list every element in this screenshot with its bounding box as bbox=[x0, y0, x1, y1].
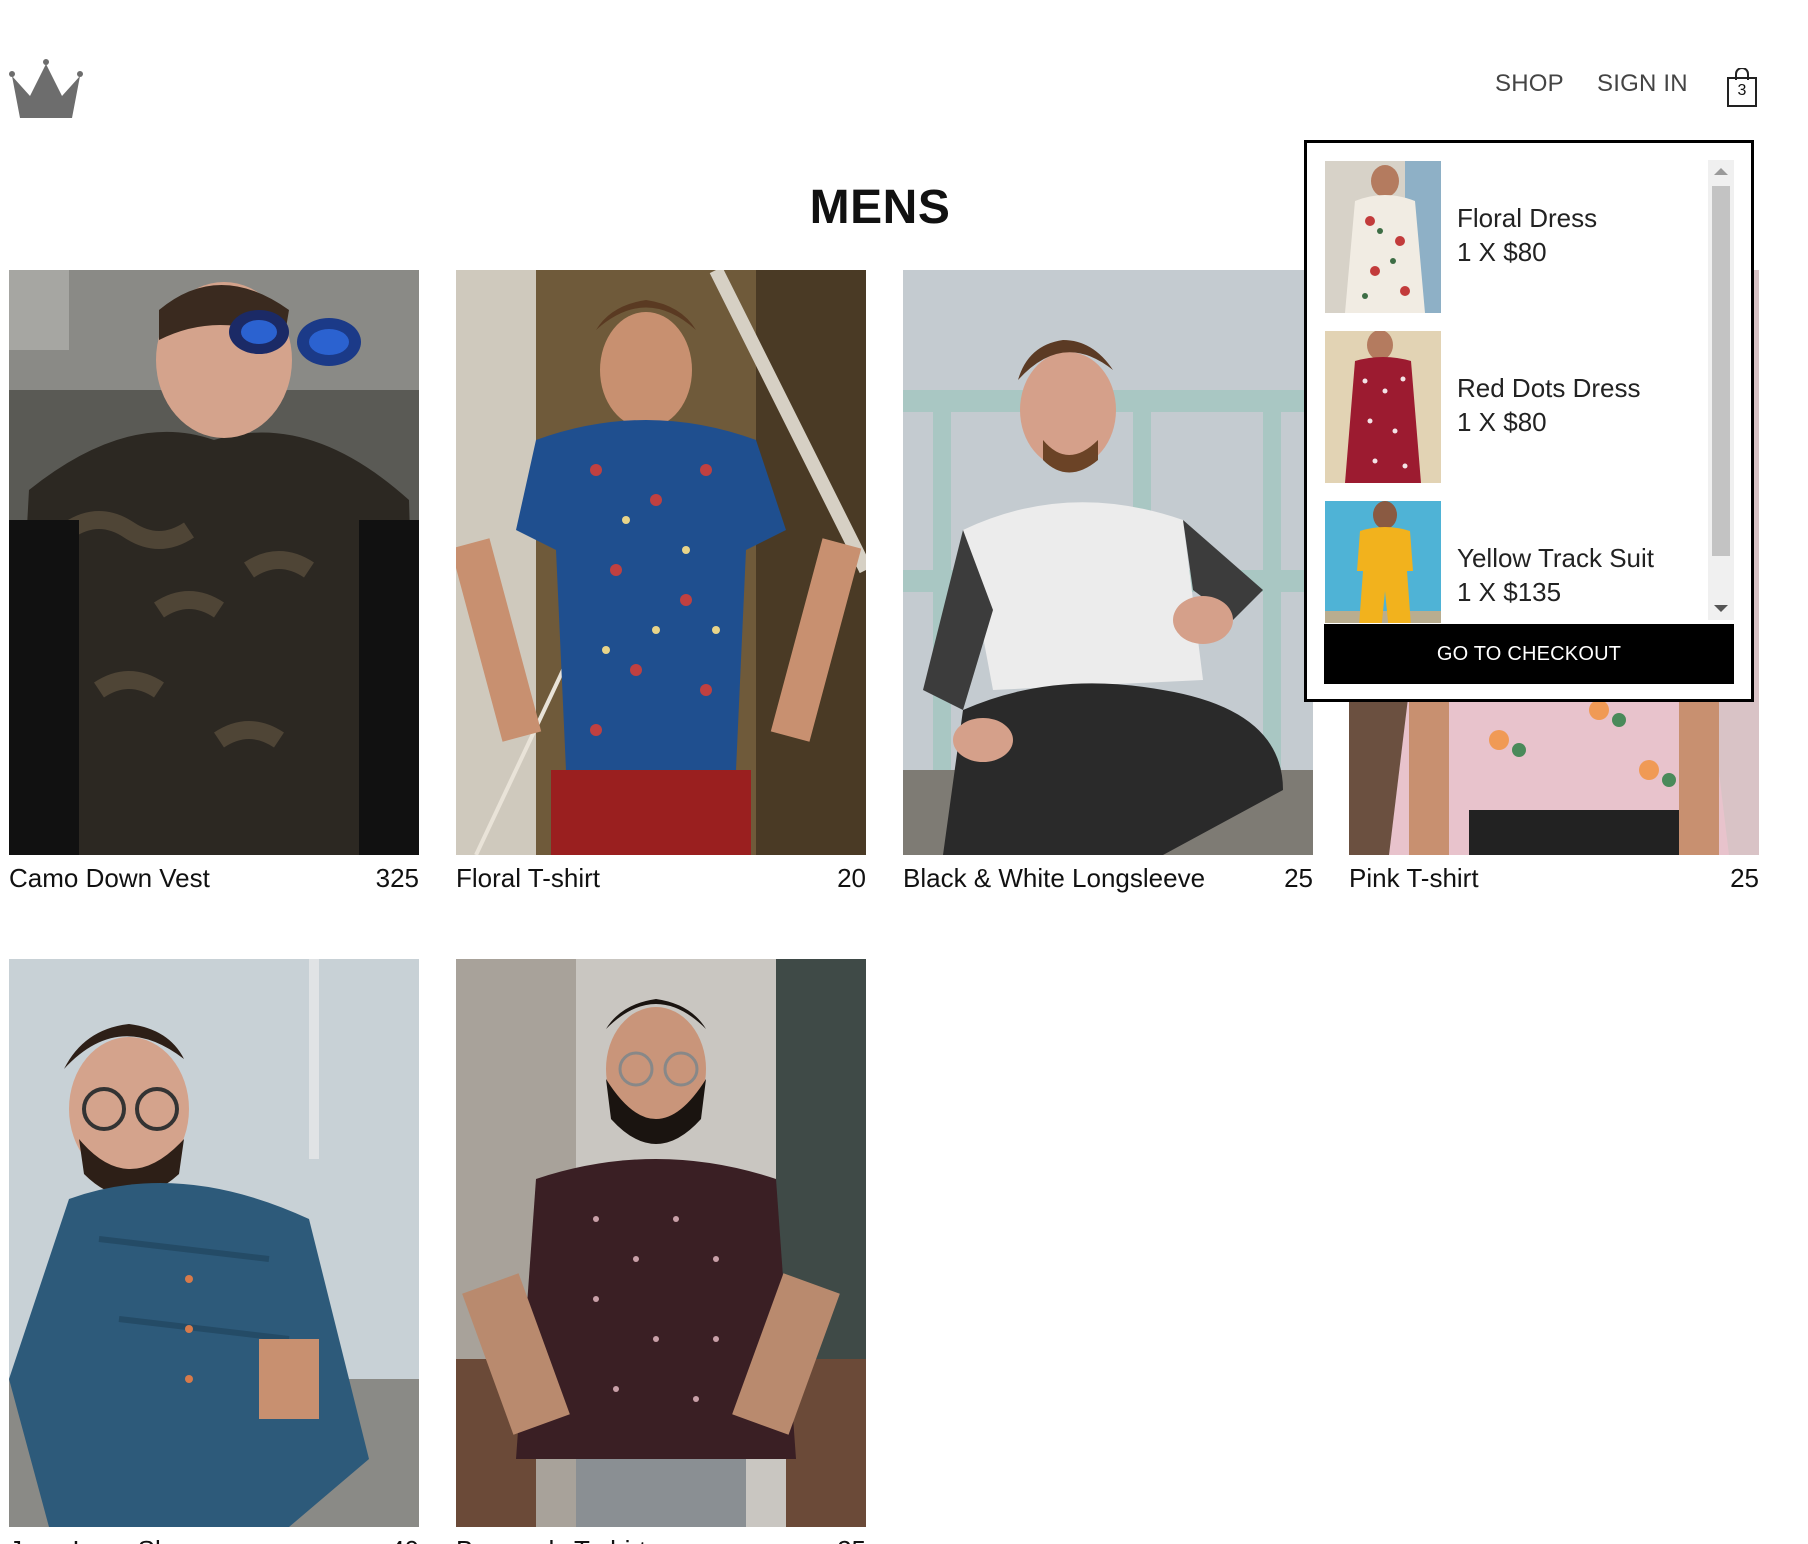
product-image[interactable] bbox=[9, 270, 419, 855]
product-card[interactable]: Black & White Longsleeve 25 bbox=[903, 270, 1313, 894]
nav-shop-link[interactable]: SHOP bbox=[1495, 70, 1564, 98]
product-image[interactable] bbox=[456, 270, 866, 855]
crown-icon[interactable] bbox=[8, 58, 84, 120]
product-name: Burgundy T-shirt bbox=[456, 1535, 646, 1544]
product-price: 25 bbox=[1730, 863, 1759, 893]
product-name: Pink T-shirt bbox=[1349, 863, 1479, 893]
cart-item-quantity-price: 1 X $135 bbox=[1457, 577, 1562, 607]
product-price: 325 bbox=[375, 863, 419, 893]
product-card[interactable]: Floral T-shirt 20 bbox=[456, 270, 866, 894]
cart-item-name: Red Dots Dress bbox=[1457, 373, 1641, 403]
cart-items-list: Floral Dress 1 X $80 Red Dots Dress 1 X … bbox=[1325, 161, 1705, 623]
product-price: 20 bbox=[837, 863, 866, 893]
cart-count: 3 bbox=[1737, 82, 1747, 99]
cart-button[interactable]: 3 bbox=[1726, 68, 1758, 108]
product-price: 25 bbox=[837, 1535, 866, 1544]
scroll-down-arrow-icon[interactable] bbox=[1714, 605, 1728, 612]
nav-sign-in-link[interactable]: SIGN IN bbox=[1597, 70, 1688, 98]
product-price: 40 bbox=[390, 1535, 419, 1544]
cart-item-name: Floral Dress bbox=[1457, 203, 1598, 233]
cart-item-quantity-price: 1 X $80 bbox=[1457, 237, 1547, 267]
product-name: Floral T-shirt bbox=[456, 863, 600, 893]
cart-item-image bbox=[1325, 161, 1441, 313]
product-image[interactable] bbox=[456, 959, 866, 1527]
cart-scrollbar[interactable] bbox=[1708, 160, 1734, 620]
product-card[interactable]: Jean Long Sleeve 40 bbox=[9, 959, 419, 1544]
product-image[interactable] bbox=[9, 959, 419, 1527]
product-name: Jean Long Sleeve bbox=[9, 1535, 217, 1544]
scroll-up-arrow-icon[interactable] bbox=[1714, 168, 1728, 175]
cart-item-name: Yellow Track Suit bbox=[1457, 543, 1655, 573]
cart-dropdown: Floral Dress 1 X $80 Red Dots Dress 1 X … bbox=[1304, 140, 1754, 702]
cart-item-image bbox=[1325, 501, 1441, 623]
page: SHOP SIGN IN 3 MENS Camo Down Vest 325 F… bbox=[0, 0, 1808, 1544]
product-price: 25 bbox=[1284, 863, 1313, 893]
product-card[interactable]: Burgundy T-shirt 25 bbox=[456, 959, 866, 1544]
cart-item-quantity-price: 1 X $80 bbox=[1457, 407, 1547, 437]
product-card[interactable]: Camo Down Vest 325 bbox=[9, 270, 419, 894]
product-name: Black & White Longsleeve bbox=[903, 863, 1206, 893]
cart-item: Floral Dress 1 X $80 bbox=[1325, 161, 1705, 331]
product-name: Camo Down Vest bbox=[9, 863, 210, 893]
cart-item-image bbox=[1325, 331, 1441, 483]
cart-item: Red Dots Dress 1 X $80 bbox=[1325, 331, 1705, 501]
go-to-checkout-button[interactable]: GO TO CHECKOUT bbox=[1324, 624, 1734, 684]
cart-item: Yellow Track Suit 1 X $135 bbox=[1325, 501, 1705, 623]
scroll-thumb[interactable] bbox=[1712, 186, 1730, 556]
product-image[interactable] bbox=[903, 270, 1313, 855]
